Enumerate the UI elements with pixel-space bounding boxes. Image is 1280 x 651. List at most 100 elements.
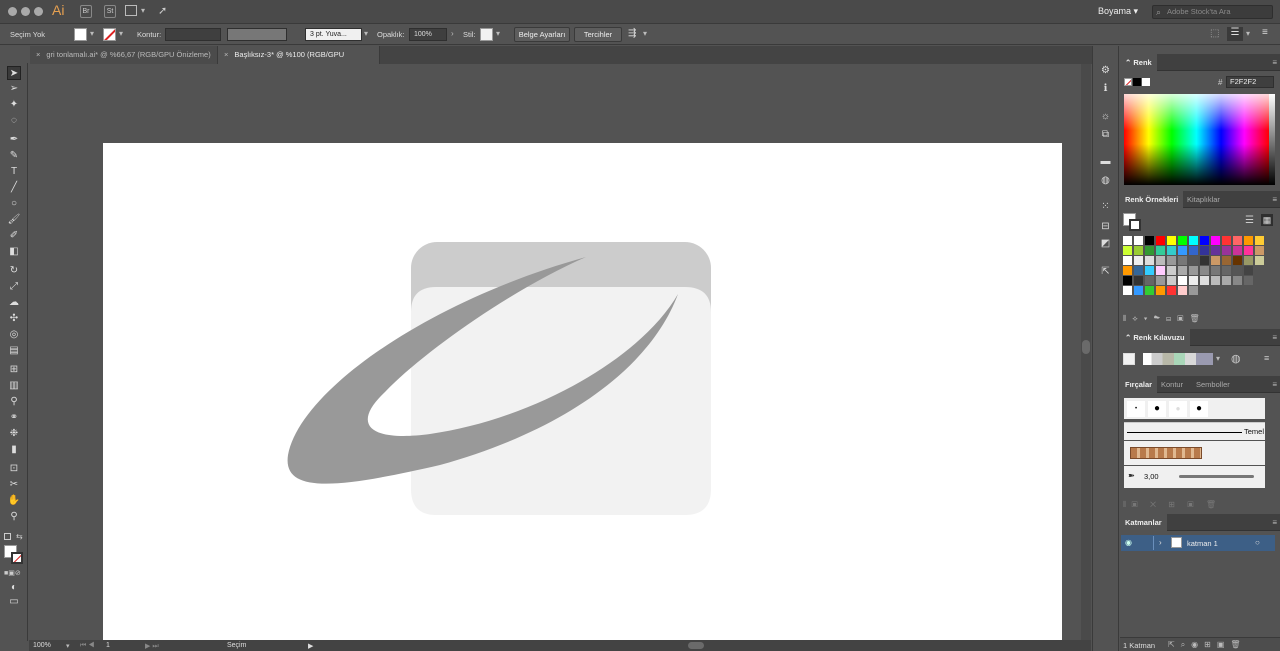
transparency-icon[interactable]: ▬ [1099, 155, 1112, 168]
workspace-switcher[interactable]: Boyama ▾ [1098, 6, 1138, 17]
swatch-chip[interactable] [1134, 266, 1143, 275]
appearance-icon[interactable]: ☼ [1099, 110, 1112, 123]
panel-menu-icon[interactable]: ≡ [1272, 195, 1277, 204]
swatch-chip[interactable] [1167, 276, 1176, 285]
external-link-icon[interactable]: ⇱ [1099, 265, 1112, 278]
swatch-chip[interactable] [1211, 246, 1220, 255]
swatch-chip[interactable] [1123, 266, 1132, 275]
swatch-chip[interactable] [1244, 246, 1253, 255]
layer-row[interactable]: ◉ › katman 1 ○ [1121, 535, 1275, 551]
swatch-chip[interactable] [1123, 236, 1132, 245]
graphic-styles-icon[interactable]: ◍ [1099, 174, 1112, 187]
swatch-chip[interactable] [1189, 246, 1198, 255]
swatch-chip[interactable] [1123, 246, 1132, 255]
swatch-chip[interactable] [1189, 256, 1198, 265]
gear-icon[interactable]: ⚙ [1099, 64, 1112, 77]
swatch-chip[interactable] [1123, 256, 1132, 265]
brush-basic-row[interactable]: Temel [1124, 422, 1265, 440]
grayscale-ramp[interactable] [1269, 94, 1275, 185]
brush-tip-1[interactable]: • [1127, 401, 1145, 417]
base-color-swatch[interactable] [1123, 353, 1135, 365]
swatch-chip[interactable] [1233, 266, 1242, 275]
swatch-chip[interactable] [1156, 236, 1165, 245]
swatch-chip[interactable] [1145, 256, 1154, 265]
panel-menu-icon[interactable]: ☰ [1227, 27, 1243, 41]
white-swatch[interactable] [1142, 78, 1150, 86]
tab-color-guide[interactable]: ⌃ Renk Kılavuzu [1120, 329, 1190, 346]
list-view-icon[interactable]: ☰ [1245, 215, 1254, 226]
swatch-chip[interactable] [1167, 236, 1176, 245]
grid-view-icon[interactable]: ▦ [1261, 214, 1273, 226]
brush-tip-2[interactable]: ● [1148, 401, 1166, 417]
panel-menu-icon[interactable]: ≡ [1272, 333, 1277, 342]
swatch-chip[interactable] [1178, 256, 1187, 265]
harmony-colors-strip[interactable] [1143, 353, 1213, 365]
eye-icon[interactable]: ◉ [1125, 538, 1132, 547]
vertical-scroll-thumb[interactable] [1082, 340, 1090, 354]
black-swatch[interactable] [1133, 78, 1141, 86]
trash-icon[interactable]: 🗑 [1189, 314, 1205, 323]
calligraphic-brush-row[interactable]: ➽ 3,00 [1124, 466, 1265, 488]
tab-brushes[interactable]: Fırçalar [1120, 376, 1158, 393]
swatch-chip[interactable] [1134, 286, 1143, 295]
expand-icon[interactable]: › [1159, 538, 1162, 547]
swatch-chip[interactable] [1156, 246, 1165, 255]
swatch-chip[interactable] [1189, 276, 1198, 285]
align-panel-icon[interactable]: ⊟ [1099, 220, 1112, 233]
swatch-chip[interactable] [1178, 286, 1187, 295]
swatch-chip[interactable] [1244, 236, 1253, 245]
swatch-chip[interactable] [1178, 276, 1187, 285]
swatch-chip[interactable] [1167, 266, 1176, 275]
swatch-chip[interactable] [1211, 276, 1220, 285]
swatch-chip[interactable] [1189, 266, 1198, 275]
brush-tip-4[interactable]: ● [1190, 401, 1208, 417]
swatch-chip[interactable] [1145, 286, 1154, 295]
new-swatch-icon[interactable]: ▣ [1177, 314, 1189, 323]
swatch-chip[interactable] [1123, 276, 1132, 285]
swatch-chip[interactable] [1244, 256, 1253, 265]
new-group-icon[interactable]: ⊟ [1166, 314, 1177, 323]
artboard-number-field[interactable]: 1 [106, 642, 110, 649]
info-icon[interactable]: ℹ [1099, 82, 1112, 95]
swatch-chip[interactable] [1255, 256, 1264, 265]
hex-input[interactable]: F2F2F2 [1226, 76, 1274, 88]
swatch-chip[interactable] [1200, 236, 1209, 245]
swatch-chip[interactable] [1244, 266, 1253, 275]
none-swatch-icon[interactable] [1124, 78, 1132, 86]
swatch-chip[interactable] [1134, 276, 1143, 285]
brush-tip-3[interactable]: ● [1169, 401, 1187, 417]
tab-libraries[interactable]: Kitaplıklar [1182, 191, 1225, 208]
swatch-chip[interactable] [1233, 276, 1242, 285]
horizontal-scroll-thumb[interactable] [688, 642, 704, 649]
swatch-chip[interactable] [1178, 266, 1187, 275]
arrange-icon[interactable]: ⬚ [1210, 28, 1219, 39]
grid-icon[interactable]: ⁙ [1099, 200, 1112, 213]
swatch-chip[interactable] [1233, 236, 1242, 245]
more-menu-icon[interactable]: ≡ [1262, 27, 1268, 38]
swatch-chip[interactable] [1156, 256, 1165, 265]
swatch-chip[interactable] [1233, 256, 1242, 265]
status-menu-icon[interactable]: ▶ [308, 642, 313, 650]
swatch-chip[interactable] [1255, 236, 1264, 245]
swatch-chip[interactable] [1222, 246, 1231, 255]
target-icon[interactable]: ○ [1255, 538, 1260, 547]
swatch-chip[interactable] [1200, 276, 1209, 285]
chevron-down-icon[interactable]: ▾ [1216, 354, 1220, 363]
add-swatch-icon[interactable]: ⟡ [1132, 314, 1143, 323]
swatch-chip[interactable] [1189, 236, 1198, 245]
swatch-chip[interactable] [1145, 266, 1154, 275]
panel-menu-icon[interactable]: ≡ [1272, 58, 1277, 67]
swatch-chip[interactable] [1134, 246, 1143, 255]
swatch-chip[interactable] [1145, 276, 1154, 285]
artboard-nav-next-icon[interactable]: ▶ ⏭ [145, 642, 159, 651]
stroke-proxy-icon[interactable] [1129, 219, 1141, 231]
tab-color[interactable]: ⌃ Renk [1120, 54, 1157, 71]
swatch-chip[interactable] [1156, 286, 1165, 295]
swatch-chip[interactable] [1134, 256, 1143, 265]
pathfinder-icon[interactable]: ◩ [1099, 237, 1112, 250]
swatch-chip[interactable] [1145, 236, 1154, 245]
layer-name[interactable]: katman 1 [1187, 539, 1218, 548]
swatch-chip[interactable] [1156, 276, 1165, 285]
artboard-nav-prev-icon[interactable]: ⏮ ◀ [80, 642, 95, 650]
swatch-options-icon[interactable]: ☁ [1154, 314, 1166, 323]
